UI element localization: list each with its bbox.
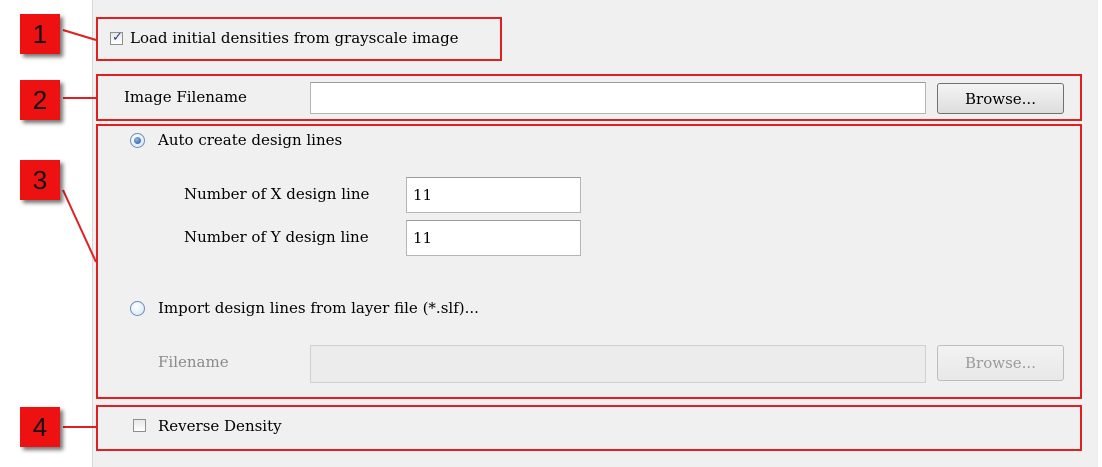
image-filename-label: Image Filename [124,88,247,106]
callout-marker-1: 1 [20,14,60,54]
x-design-line-label: Number of X design line [184,185,370,203]
callout-marker-2: 2 [20,80,60,120]
image-browse-button[interactable]: Browse... [937,83,1064,114]
auto-create-label: Auto create design lines [158,131,343,149]
x-design-line-input[interactable]: 11 [406,177,581,213]
radio-selected-icon [134,137,141,144]
import-filename-input[interactable] [310,345,926,383]
import-filename-label: Filename [158,353,229,371]
checkmark-icon: ✓ [112,30,123,45]
callout-marker-4: 4 [20,407,60,447]
reverse-density-label: Reverse Density [158,417,282,435]
y-design-line-label: Number of Y design line [184,228,369,246]
reverse-density-checkbox[interactable] [133,419,146,432]
import-design-lines-radio[interactable] [130,301,145,316]
load-densities-checkbox[interactable]: ✓ [110,30,123,45]
import-design-lines-label: Import design lines from layer file (*.s… [158,299,479,317]
callout-marker-3: 3 [20,160,60,200]
auto-create-radio[interactable] [130,133,145,148]
image-filename-input[interactable] [310,82,926,114]
y-design-line-input[interactable]: 11 [406,220,581,256]
load-densities-label: Load initial densities from grayscale im… [130,29,459,47]
import-browse-button[interactable]: Browse... [937,345,1064,381]
